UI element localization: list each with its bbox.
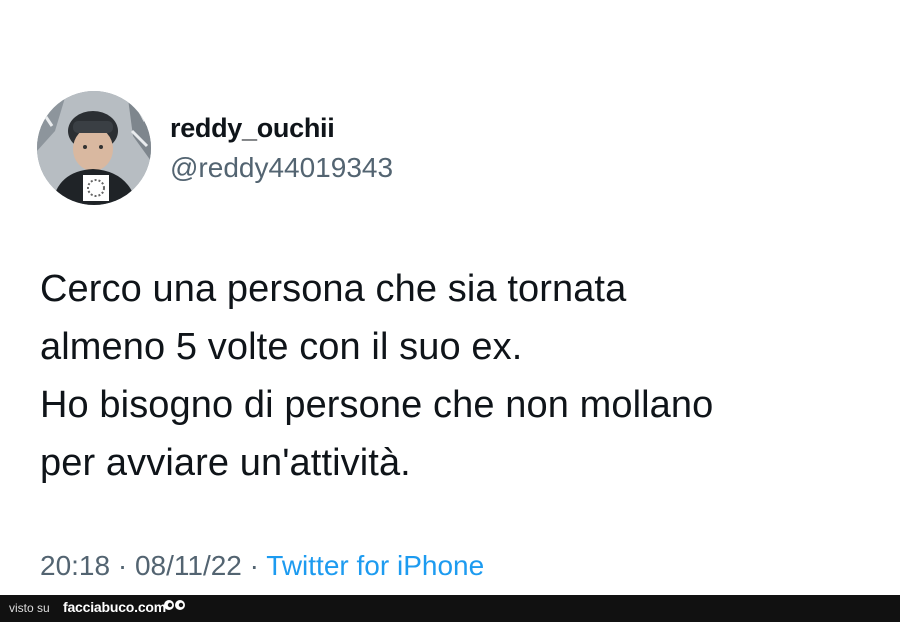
tweet-line: Ho bisogno di persone che non mollano [40,384,714,426]
tweet-line: almeno 5 volte con il suo ex. [40,326,523,368]
visto-su-label: visto su [9,601,50,615]
tweet-line: Cerco una persona che sia tornata [40,268,627,310]
tweet-card: reddy_ouchii @reddy44019343 Cerco una pe… [0,0,900,595]
tweet-time[interactable]: 20:18 [40,550,110,581]
user-handle[interactable]: @reddy44019343 [170,152,393,184]
display-name[interactable]: reddy_ouchii [170,113,335,144]
eyes-icon [163,599,187,618]
tweet-source-link[interactable]: Twitter for iPhone [266,550,484,581]
tweet-date[interactable]: 08/11/22 [135,550,242,581]
avatar-photo [37,91,151,205]
avatar[interactable] [37,91,151,205]
tweet-meta: 20:18 · 08/11/22 · Twitter for iPhone [40,550,484,582]
watermark-footer: visto su facciabuco.com [0,595,900,622]
site-logo-text[interactable]: facciabuco.com [63,599,166,615]
meta-separator: · [241,550,267,581]
tweet-text: Cerco una persona che sia tornata almeno… [40,260,870,492]
tweet-line: per avviare un'attività. [40,442,411,484]
meta-separator: · [110,550,135,581]
